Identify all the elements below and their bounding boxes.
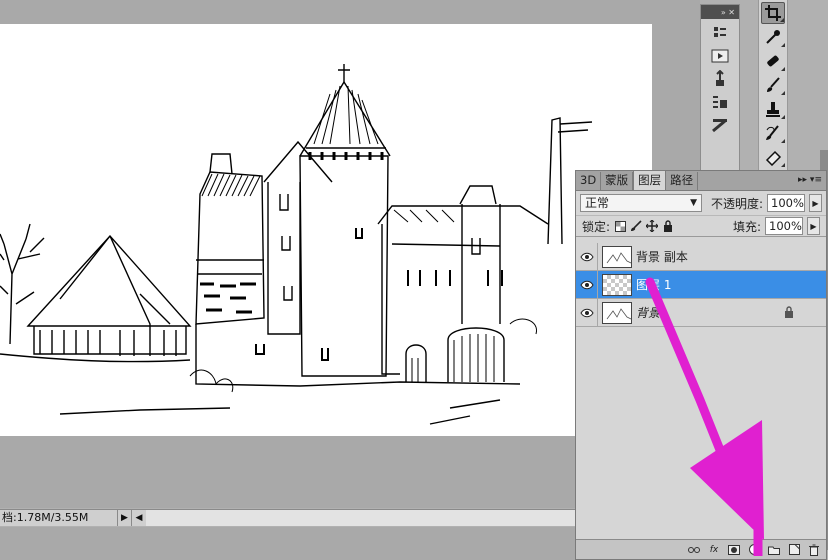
healing-brush-tool-icon[interactable] xyxy=(761,50,785,72)
lock-icon xyxy=(784,306,794,321)
collapsed-panel-dock: » ✕ xyxy=(700,4,740,174)
layer-row-layer-1[interactable]: 图层 1 xyxy=(576,271,826,299)
opacity-field[interactable]: 100% xyxy=(767,194,805,212)
opacity-label: 不透明度: xyxy=(710,196,763,211)
lock-all-icon[interactable] xyxy=(662,220,674,232)
image-canvas[interactable] xyxy=(0,24,652,436)
tab-paths[interactable]: 路径 xyxy=(666,172,699,190)
add-mask-icon[interactable] xyxy=(728,544,740,556)
actions-icon[interactable] xyxy=(707,47,733,65)
dock-header[interactable]: » ✕ xyxy=(701,5,739,19)
eraser-tool-icon[interactable] xyxy=(761,146,785,168)
blend-mode-select[interactable]: 正常 ▼ xyxy=(580,194,702,212)
brush-tool-icon[interactable] xyxy=(761,74,785,96)
new-layer-icon[interactable] xyxy=(788,544,800,556)
opacity-slider-arrow-icon[interactable]: ▶ xyxy=(809,194,822,212)
layer-name[interactable]: 背景 xyxy=(636,304,660,321)
eye-icon[interactable] xyxy=(576,243,598,270)
panel-menu-icon[interactable]: ▸▸ ▾≡ xyxy=(798,170,826,190)
document-size-readout[interactable]: 档:1.78M/3.55M xyxy=(0,510,118,526)
workspace-bottom-strip xyxy=(0,527,576,560)
layer-thumbnail xyxy=(602,245,632,268)
layers-panel-footer: fx xyxy=(576,539,826,559)
dock-expand-collapse-icon[interactable]: » ✕ xyxy=(721,8,735,17)
fill-slider-arrow-icon[interactable]: ▶ xyxy=(807,217,820,235)
layers-panel: 3D 蒙版 图层 路径 ▸▸ ▾≡ 正常 ▼ 不透明度: 100% ▶ 锁定: … xyxy=(575,170,827,560)
lock-label: 锁定: xyxy=(582,219,611,234)
layer-name[interactable]: 图层 1 xyxy=(636,276,671,293)
lock-position-icon[interactable] xyxy=(646,220,659,232)
horizontal-scrollbar[interactable] xyxy=(146,510,576,526)
clone-source-icon[interactable] xyxy=(707,93,733,111)
brush-presets-icon[interactable] xyxy=(707,70,733,88)
adjustment-layer-icon[interactable] xyxy=(748,544,760,556)
new-group-icon[interactable] xyxy=(768,544,780,556)
tool-presets-icon[interactable] xyxy=(707,116,733,134)
lock-transparency-icon[interactable] xyxy=(614,220,626,232)
tab-layers[interactable]: 图层 xyxy=(633,170,667,190)
panel-tab-bar: 3D 蒙版 图层 路径 ▸▸ ▾≡ xyxy=(576,170,826,191)
crop-tool-icon[interactable] xyxy=(761,2,785,24)
history-icon[interactable] xyxy=(707,24,733,42)
layer-row-background[interactable]: 背景 xyxy=(576,299,826,327)
link-layers-icon[interactable] xyxy=(688,544,700,556)
chevron-down-icon: ▼ xyxy=(690,198,697,208)
layer-row-background-copy[interactable]: 背景 副本 xyxy=(576,243,826,271)
tab-3d[interactable]: 3D xyxy=(576,172,602,190)
delete-layer-icon[interactable] xyxy=(808,544,820,556)
lock-image-pixels-icon[interactable] xyxy=(630,220,642,232)
lock-options-row: 锁定: 填充: 100% ▶ xyxy=(576,215,826,237)
layer-thumbnail-transparent xyxy=(602,273,632,296)
layer-style-icon[interactable]: fx xyxy=(708,544,720,556)
eye-icon[interactable] xyxy=(576,271,598,298)
castle-sketch-image xyxy=(0,64,593,425)
fill-label: 填充: xyxy=(732,219,761,234)
clone-stamp-tool-icon[interactable] xyxy=(761,98,785,120)
status-menu-arrow-icon[interactable]: ▶ xyxy=(118,510,132,526)
blend-options-row: 正常 ▼ 不透明度: 100% ▶ xyxy=(576,191,826,215)
tools-panel xyxy=(758,0,788,172)
status-bar: 档:1.78M/3.55M ▶ ◀ xyxy=(0,509,576,526)
eyedropper-tool-icon[interactable] xyxy=(761,26,785,48)
eye-icon[interactable] xyxy=(576,299,598,326)
tab-masks[interactable]: 蒙版 xyxy=(601,172,634,190)
layer-thumbnail xyxy=(602,301,632,324)
layer-list: 背景 副本 图层 1 背景 xyxy=(576,243,826,539)
layer-name[interactable]: 背景 副本 xyxy=(636,248,688,265)
blend-mode-value: 正常 xyxy=(585,196,610,210)
scroll-left-arrow-icon[interactable]: ◀ xyxy=(132,510,146,526)
history-brush-tool-icon[interactable] xyxy=(761,122,785,144)
workspace-right-strip xyxy=(789,0,828,150)
fill-field[interactable]: 100% xyxy=(765,217,803,235)
fill-group: 填充: 100% ▶ xyxy=(733,217,820,235)
